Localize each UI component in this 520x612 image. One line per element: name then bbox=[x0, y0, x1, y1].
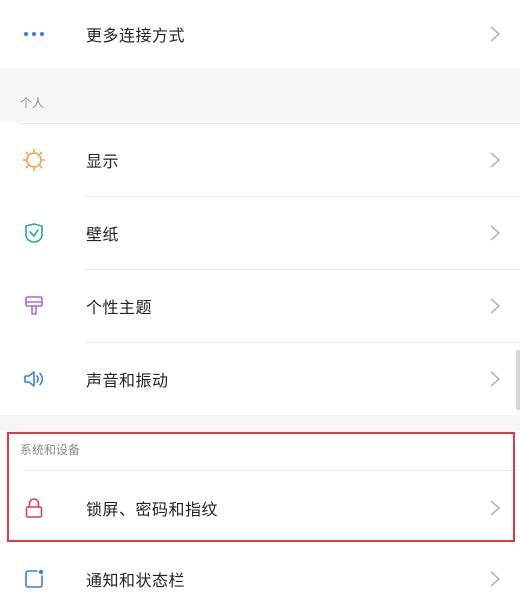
settings-item-more-connections[interactable]: 更多连接方式 bbox=[0, 0, 520, 68]
section-gap bbox=[0, 68, 520, 122]
divider bbox=[20, 470, 520, 471]
settings-item-theme[interactable]: 个性主题 bbox=[0, 270, 520, 342]
settings-item-label: 壁纸 bbox=[86, 225, 120, 244]
scroll-edge bbox=[516, 350, 520, 410]
settings-item-sound[interactable]: 声音和振动 bbox=[0, 343, 520, 415]
speaker-icon bbox=[22, 367, 46, 391]
settings-item-label: 显示 bbox=[86, 152, 120, 171]
settings-item-label: 通知和状态栏 bbox=[86, 570, 186, 590]
chevron-right-icon bbox=[490, 26, 501, 42]
section-header-personal: 个人 bbox=[20, 96, 45, 110]
chevron-right-icon bbox=[490, 225, 501, 241]
chevron-right-icon bbox=[490, 371, 501, 387]
sun-icon bbox=[22, 148, 46, 172]
section-header-system: 系统和设备 bbox=[20, 443, 81, 457]
chevron-right-icon bbox=[490, 500, 501, 516]
settings-item-display[interactable]: 显示 bbox=[0, 124, 520, 196]
section-gap bbox=[0, 415, 520, 431]
more-dots-icon bbox=[22, 22, 46, 46]
brush-icon bbox=[22, 294, 46, 318]
settings-item-label: 锁屏、密码和指纹 bbox=[86, 500, 219, 519]
chevron-right-icon bbox=[490, 298, 501, 314]
settings-item-notifications[interactable]: 通知和状态栏 bbox=[0, 545, 520, 612]
settings-item-label: 声音和振动 bbox=[86, 371, 169, 390]
settings-page: 更多连接方式 个人 显示 壁纸 个性主题 声音和振动 系统和设备 锁屏、密码和指… bbox=[0, 0, 520, 612]
chevron-right-icon bbox=[490, 152, 501, 168]
notification-icon bbox=[22, 567, 46, 591]
chevron-right-icon bbox=[490, 570, 501, 587]
wallpaper-icon bbox=[22, 221, 46, 245]
settings-item-wallpaper[interactable]: 壁纸 bbox=[0, 197, 520, 269]
settings-item-lockscreen[interactable]: 锁屏、密码和指纹 bbox=[0, 472, 520, 544]
lock-icon bbox=[22, 496, 46, 520]
settings-item-label: 更多连接方式 bbox=[86, 26, 186, 45]
settings-item-label: 个性主题 bbox=[86, 298, 153, 317]
